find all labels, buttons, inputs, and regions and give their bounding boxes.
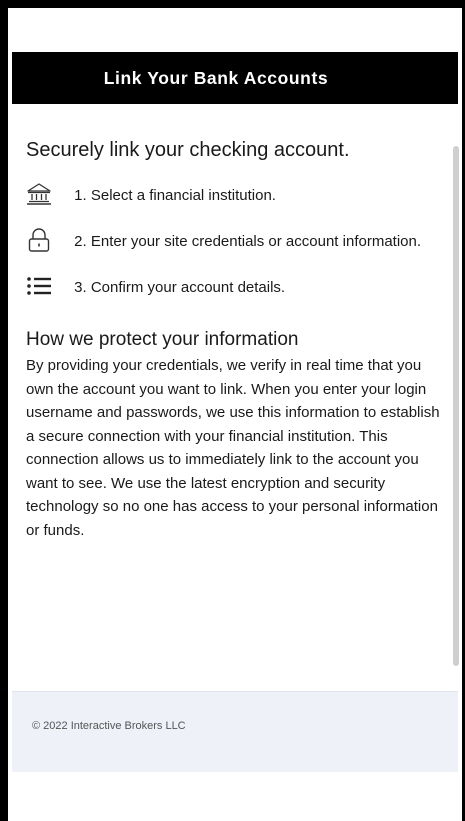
main-content: Securely link your checking account. 1. … [26,104,446,542]
list-icon [26,274,52,298]
section-subtitle: Securely link your checking account. [26,139,350,161]
bank-icon [26,182,52,206]
protect-heading: How we protect your information [26,329,299,350]
page-title: Link Your Bank Accounts [103,67,329,88]
footer: © 2022 Interactive Brokers LLC [12,691,458,772]
scrollbar-thumb[interactable] [453,146,459,666]
header-bar: Link Your Bank Accounts [12,52,458,104]
step-select-institution: 1. Select a financial institution. [26,182,446,208]
step-label: 1. Select a financial institution. [74,187,276,204]
protect-body-text: By providing your credentials, we verify… [26,357,440,539]
app-frame: Link Your Bank Accounts Securely link yo… [8,8,462,821]
step-label: 3. Confirm your account details. [74,279,286,296]
step-label: 2. Enter your site credentials or accoun… [74,233,422,250]
steps-list: 1. Select a financial institution. 2. En… [26,182,446,300]
lock-icon [26,228,52,252]
step-confirm-details: 3. Confirm your account details. [26,276,446,300]
step-enter-credentials: 2. Enter your site credentials or accoun… [26,228,446,254]
copyright-text: © 2022 Interactive Brokers LLC [32,720,186,732]
